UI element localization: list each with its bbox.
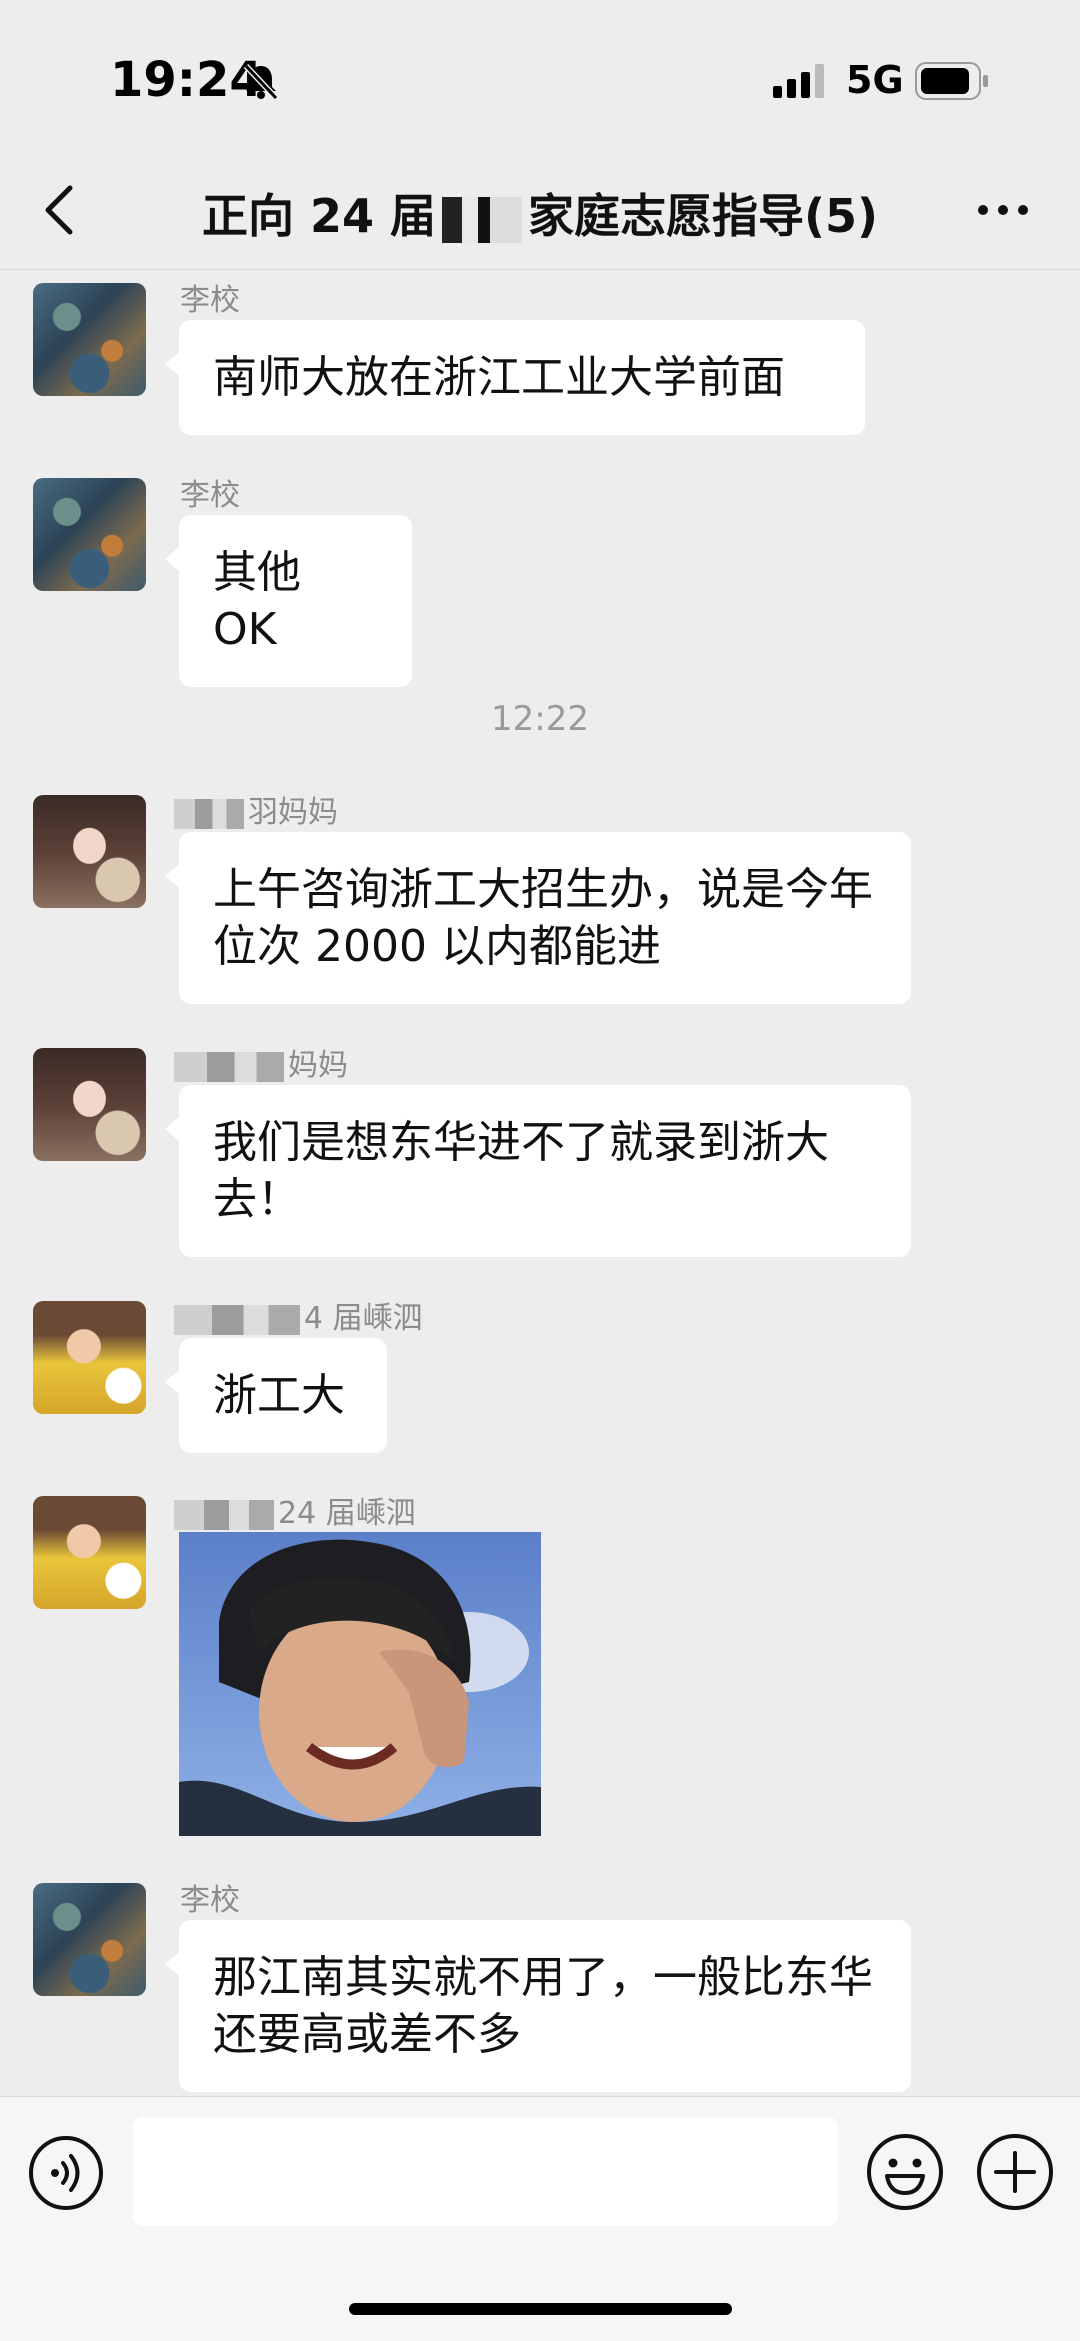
chat-title: 正向 24 届 家庭志愿指导(5) (0, 180, 1080, 246)
chat-header: 正向 24 届 家庭志愿指导(5) (0, 150, 1080, 270)
message-bubble[interactable]: 其他 OK (165, 515, 412, 687)
home-indicator[interactable] (349, 2303, 732, 2315)
sender-name-text: 羽妈妈 (248, 795, 338, 830)
status-bar: 19:24 5G (0, 0, 1080, 150)
avatar[interactable] (33, 1496, 146, 1609)
message-bubble[interactable]: 那江南其实就不用了，一般比东华还要高或差不多 (165, 1920, 911, 2092)
more-horizontal-icon[interactable] (975, 200, 1031, 220)
redacted-name (441, 196, 522, 243)
bell-muted-icon (243, 63, 279, 101)
laughing-person-sticker[interactable] (179, 1532, 541, 1836)
message-bubble[interactable]: 上午咨询浙工大招生办，说是今年位次 2000 以内都能进 (165, 832, 911, 1004)
chat-title-suffix: 家庭志愿指导(5) (527, 189, 879, 243)
avatar[interactable] (33, 1301, 146, 1414)
avatar[interactable] (33, 1048, 146, 1161)
sender-name: 李校 (180, 1883, 240, 1918)
avatar[interactable] (33, 1883, 146, 1996)
message-input[interactable] (133, 2117, 838, 2226)
redacted-name (174, 1304, 300, 1335)
battery-icon (915, 62, 988, 100)
sender-name: 4 届嵊泗 (174, 1293, 423, 1337)
sender-name: 李校 (180, 478, 240, 513)
emoji-icon[interactable] (866, 2133, 944, 2211)
input-bar (0, 2096, 1080, 2341)
message-bubble[interactable]: 我们是想东华进不了就录到浙大去！ (165, 1085, 911, 1257)
redacted-name (174, 1051, 284, 1082)
chat-title-prefix: 正向 24 届 (201, 189, 436, 243)
network-label: 5G (846, 58, 904, 102)
message-bubble[interactable]: 浙工大 (165, 1338, 387, 1453)
message-bubble[interactable]: 南师大放在浙江工业大学前面 (165, 320, 865, 435)
redacted-name (174, 798, 244, 829)
avatar[interactable] (33, 283, 146, 396)
voice-icon[interactable] (28, 2135, 104, 2211)
avatar[interactable] (33, 478, 146, 591)
avatar[interactable] (33, 795, 146, 908)
redacted-name (174, 1499, 274, 1530)
sender-name: 妈妈 (174, 1040, 348, 1084)
sender-name: 羽妈妈 (174, 787, 338, 831)
sender-name: 24 届嵊泗 (174, 1488, 416, 1532)
sender-name-text: 4 届嵊泗 (304, 1301, 423, 1336)
signal-icon (773, 64, 824, 98)
sender-name-text: 24 届嵊泗 (278, 1496, 416, 1531)
message-list[interactable]: 李校 南师大放在浙江工业大学前面 李校 其他 OK 12:22 羽妈妈 上午咨询… (0, 271, 1080, 2096)
sender-name: 李校 (180, 283, 240, 318)
plus-icon[interactable] (976, 2133, 1054, 2211)
sender-name-text: 妈妈 (288, 1048, 348, 1083)
timestamp: 12:22 (491, 699, 589, 739)
